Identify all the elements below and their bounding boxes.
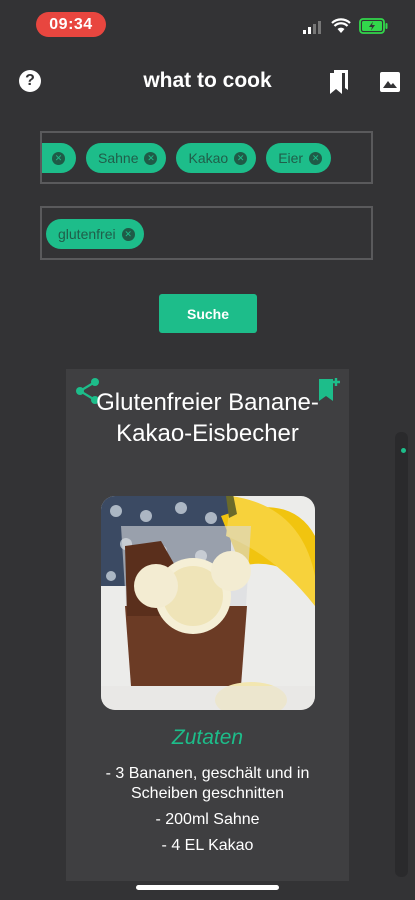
recipe-card: Glutenfreier Banane-Kakao-Eisbecher Zuta… (66, 369, 349, 881)
wifi-icon (331, 18, 351, 33)
ingredient-chip[interactable]: ✕ (42, 143, 76, 173)
ingredient-chip-list: ✕ Sahne ✕ Kakao ✕ Eier ✕ (42, 143, 332, 173)
ingredient-chip[interactable]: Kakao ✕ (176, 143, 257, 173)
ingredient-item: - 4 EL Kakao (161, 837, 254, 854)
search-button[interactable]: Suche (159, 294, 257, 333)
chip-label: Sahne (98, 150, 139, 166)
bookmarks-icon[interactable] (328, 69, 350, 95)
bookmark-add-icon[interactable] (317, 377, 341, 403)
chip-label: Eier (278, 150, 304, 166)
ingredient-chip[interactable]: Sahne ✕ (86, 143, 167, 173)
filter-chip-field[interactable]: glutenfrei ✕ (40, 206, 373, 260)
page-title: what to cook (143, 69, 272, 92)
chip-label: Kakao (188, 150, 229, 166)
chip-remove-icon[interactable]: ✕ (144, 151, 158, 165)
chip-remove-icon[interactable]: ✕ (52, 151, 65, 165)
scrollbar[interactable] (395, 432, 408, 877)
ingredient-item: - 200ml Sahne (155, 811, 260, 828)
recipe-title: Glutenfreier Banane-Kakao-Eisbecher (96, 389, 319, 447)
image-icon[interactable] (379, 71, 401, 93)
home-indicator[interactable] (136, 885, 279, 890)
ingredients-heading: Zutaten (171, 726, 244, 749)
chip-remove-icon[interactable]: ✕ (234, 151, 248, 165)
filter-chip[interactable]: glutenfrei ✕ (46, 219, 144, 249)
ingredient-item: - 3 Bananen, geschält und in Scheiben ge… (105, 765, 310, 802)
chip-remove-icon[interactable]: ✕ (121, 227, 135, 241)
ingredients-list: - 3 Bananen, geschält und in Scheiben ge… (76, 764, 339, 862)
signal-icon (303, 21, 321, 34)
status-time: 09:34 (36, 12, 106, 37)
chip-label: glutenfrei (58, 226, 116, 242)
chip-remove-icon[interactable]: ✕ (309, 151, 323, 165)
ingredient-chip[interactable]: Eier ✕ (266, 143, 332, 173)
battery-icon (359, 18, 388, 34)
filter-chip-list: glutenfrei ✕ (46, 219, 144, 249)
scroll-indicator[interactable] (401, 448, 406, 453)
ingredients-chip-field[interactable]: ✕ Sahne ✕ Kakao ✕ Eier ✕ (40, 131, 373, 184)
recipe-photo (101, 496, 315, 710)
